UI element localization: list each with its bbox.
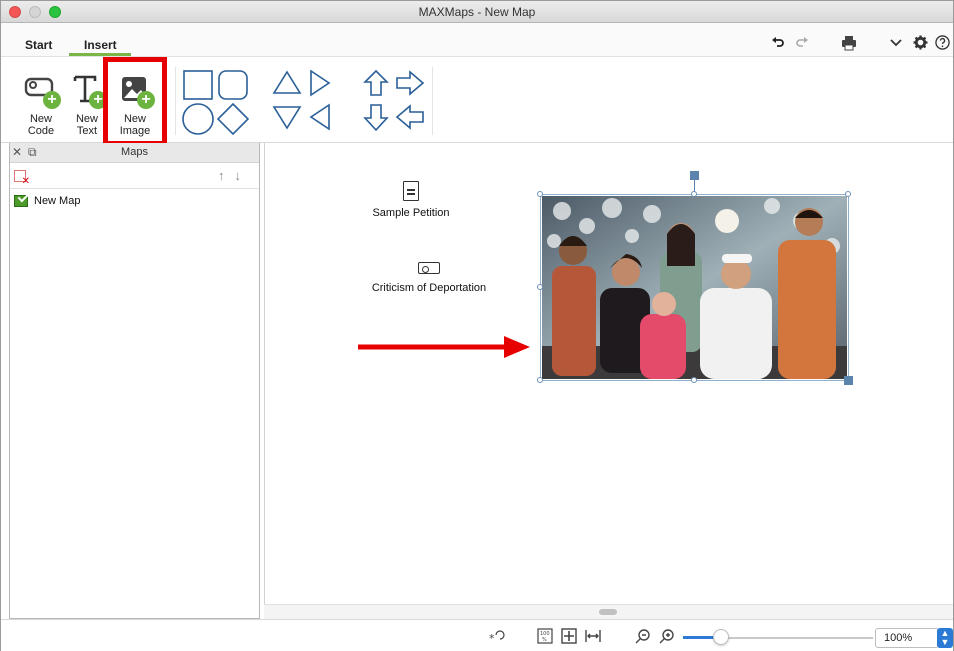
triangle-left-shape[interactable] <box>309 103 330 131</box>
gear-icon[interactable] <box>913 35 928 54</box>
highlight-box <box>103 57 167 146</box>
maps-panel-header: ✕ ⧉ Maps <box>10 143 259 163</box>
zoom-stepper[interactable]: ▲ ▼ <box>937 628 953 648</box>
scrollbar-thumb[interactable] <box>599 609 617 615</box>
triangle-right-shape[interactable] <box>310 69 331 97</box>
triangle-up-shape[interactable] <box>272 70 302 94</box>
horizontal-scrollbar[interactable] <box>264 604 953 619</box>
redo-icon[interactable] <box>795 35 809 53</box>
new-code-label: New Code <box>27 113 55 137</box>
node-label: Criticism of Deportation <box>371 282 487 294</box>
map-item-label: New Map <box>34 195 81 207</box>
document-node[interactable]: Sample Petition <box>363 181 459 219</box>
family-photo[interactable] <box>542 196 847 379</box>
resize-handle-bottom-right[interactable] <box>844 376 853 385</box>
ribbon-tabs: Start Insert <box>1 23 953 57</box>
zoom-100-icon[interactable]: 100% <box>537 628 553 647</box>
plus-icon: + <box>43 91 61 109</box>
svg-text:%: % <box>542 637 547 643</box>
new-text-label: New Text <box>75 113 98 137</box>
node-label: Sample Petition <box>372 207 450 219</box>
document-icon <box>403 181 419 201</box>
resize-handle-top-left[interactable] <box>537 191 543 197</box>
list-item[interactable]: New Map <box>14 195 81 208</box>
status-bar: * 100% 100% ▲ ▼ <box>1 619 953 651</box>
resize-handle-top[interactable] <box>691 191 697 197</box>
new-text-button[interactable]: + New Text <box>67 63 107 137</box>
move-down-icon[interactable]: ↓ <box>235 168 252 183</box>
rotate-handle[interactable] <box>690 171 699 180</box>
delete-map-icon[interactable] <box>14 170 30 187</box>
shape-group-basic <box>182 70 250 136</box>
map-icon <box>14 195 28 208</box>
ribbon-separator <box>432 67 433 135</box>
diamond-shape[interactable] <box>216 102 250 136</box>
arrow-left-shape[interactable] <box>395 104 424 130</box>
tab-insert[interactable]: Insert <box>84 38 117 52</box>
ribbon-separator <box>175 67 176 135</box>
resize-handle-left[interactable] <box>537 284 543 290</box>
code-icon <box>418 262 440 274</box>
rectangle-shape[interactable] <box>183 70 213 100</box>
help-icon[interactable] <box>935 35 950 54</box>
resize-handle-bottom-left[interactable] <box>537 377 543 383</box>
zoom-in-icon[interactable] <box>659 628 675 647</box>
move-arrows: ↑↓ <box>218 168 251 183</box>
active-tab-indicator <box>69 53 131 56</box>
undo-icon[interactable] <box>771 35 785 53</box>
zoom-slider-knob[interactable] <box>713 629 729 645</box>
resize-handle-bottom[interactable] <box>691 377 697 383</box>
chevron-down-icon[interactable] <box>889 35 903 53</box>
fit-width-icon[interactable] <box>585 628 601 647</box>
zoom-out-icon[interactable] <box>635 628 651 647</box>
arrow-down-shape[interactable] <box>363 104 389 132</box>
rounded-rectangle-shape[interactable] <box>218 70 248 100</box>
window-title: MAXMaps - New Map <box>418 5 536 19</box>
fit-all-icon[interactable] <box>561 628 577 647</box>
arrow-up-shape[interactable] <box>363 69 389 96</box>
resize-handle-top-right[interactable] <box>845 191 851 197</box>
text-icon: + <box>69 71 107 109</box>
zoom-level-field[interactable]: 100% <box>875 628 939 648</box>
shape-group-triangles <box>272 69 331 131</box>
maps-panel: ✕ ⧉ Maps ↑↓ New Map <box>9 143 260 619</box>
auto-layout-icon[interactable]: * <box>489 628 505 647</box>
triangle-down-shape[interactable] <box>272 106 302 130</box>
app-window: MAXMaps - New Map Start Insert + New Cod… <box>0 0 954 651</box>
tab-start[interactable]: Start <box>25 38 52 52</box>
svg-text:*: * <box>489 632 495 644</box>
arrow-right-shape[interactable] <box>396 70 425 96</box>
circle-shape[interactable] <box>182 103 214 135</box>
shape-group-arrows <box>363 69 425 132</box>
print-icon[interactable] <box>841 35 857 55</box>
new-code-button[interactable]: + New Code <box>21 63 61 137</box>
red-arrow-annotation <box>358 336 530 358</box>
code-node[interactable]: Criticism of Deportation <box>365 262 493 294</box>
maps-panel-title: Maps <box>121 146 148 158</box>
title-bar: MAXMaps - New Map <box>1 1 953 23</box>
move-up-icon[interactable]: ↑ <box>218 168 235 183</box>
code-icon: + <box>23 71 61 109</box>
maps-panel-toolbar: ↑↓ <box>10 163 259 189</box>
